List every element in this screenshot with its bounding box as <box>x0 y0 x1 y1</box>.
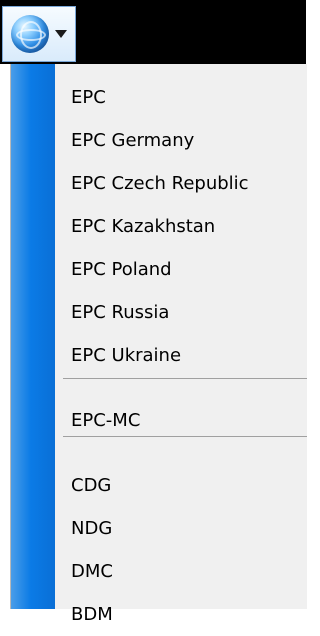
menu-separator <box>63 436 307 437</box>
menu-item-epc-ukraine[interactable]: EPC Ukraine <box>71 334 307 377</box>
globe-icon <box>11 15 49 53</box>
globe-menu-button[interactable] <box>2 6 76 62</box>
menu-item-epc-germany[interactable]: EPC Germany <box>71 119 307 162</box>
chevron-down-icon <box>55 30 67 38</box>
menu-side-strip <box>11 64 55 609</box>
menu-separator <box>63 378 307 379</box>
menu-item-bdm[interactable]: BDM <box>71 593 307 636</box>
dropdown-menu: EPC EPC Germany EPC Czech Republic EPC K… <box>10 64 307 625</box>
menu-items: EPC EPC Germany EPC Czech Republic EPC K… <box>71 76 307 636</box>
menu-item-epc-russia[interactable]: EPC Russia <box>71 291 307 334</box>
top-bar <box>0 0 306 64</box>
menu-item-epc-czech-republic[interactable]: EPC Czech Republic <box>71 162 307 205</box>
menu-item-ndg[interactable]: NDG <box>71 507 307 550</box>
menu-item-cdg[interactable]: CDG <box>71 464 307 507</box>
menu-item-epc-poland[interactable]: EPC Poland <box>71 248 307 291</box>
menu-item-epc[interactable]: EPC <box>71 76 307 119</box>
menu-item-dmc[interactable]: DMC <box>71 550 307 593</box>
menu-item-epc-kazakhstan[interactable]: EPC Kazakhstan <box>71 205 307 248</box>
